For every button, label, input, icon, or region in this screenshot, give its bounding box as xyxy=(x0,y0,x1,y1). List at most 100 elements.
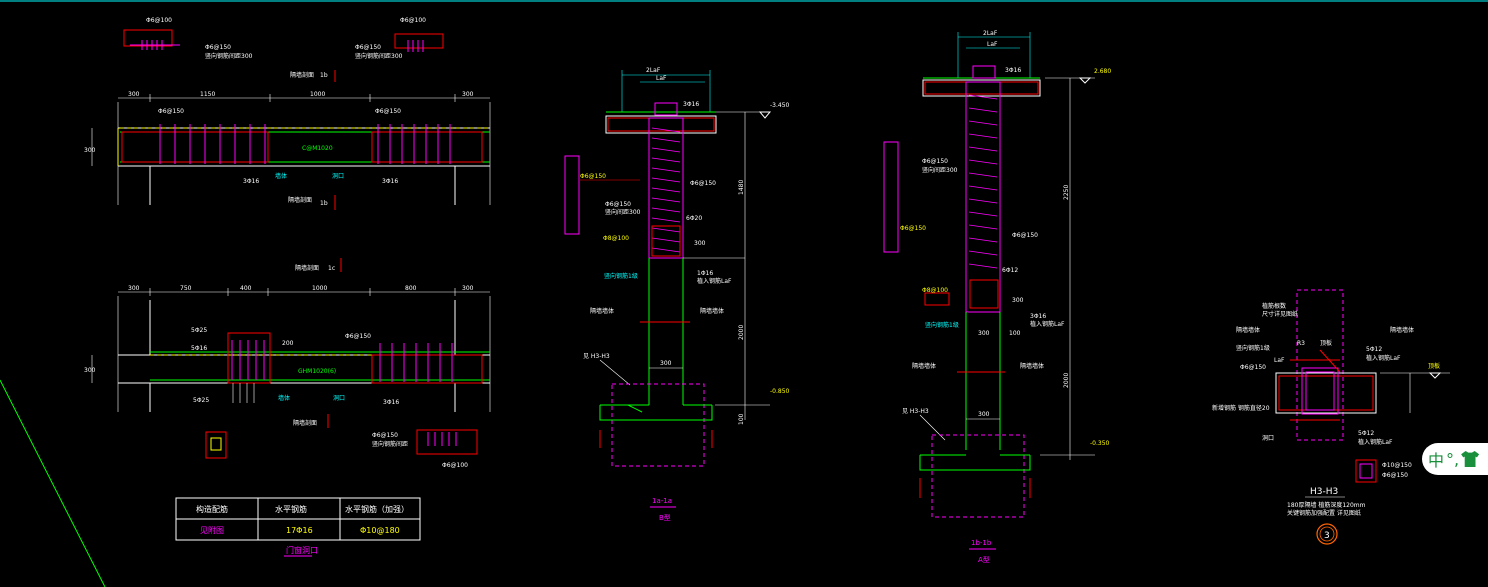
sec1a-ref-c: 植入钢筋LaF xyxy=(697,277,732,285)
sec1b-bar2-label: Φ8@100 xyxy=(922,287,948,294)
plan-top: Φ6@100 Φ6@100 Φ6@150 竖向钢筋间距300 Φ6@150 竖向… xyxy=(84,17,491,210)
plan-bottom-rebar-sample xyxy=(416,429,478,455)
plan-top-rebar-top: Φ6@100 xyxy=(146,17,172,24)
plan-top-bar-left: 3Φ16 xyxy=(243,178,259,185)
h3-label-dim: 顶板 xyxy=(1428,362,1440,370)
plan-top-dim-3: 300 xyxy=(462,91,474,98)
sec1a-detail-leader xyxy=(599,359,631,386)
h3-label-right: 隔墙墙体 xyxy=(1390,326,1414,334)
sec1b-bar-sample xyxy=(883,141,899,253)
h3-laf: LaF xyxy=(1274,357,1285,364)
plan-top-dim-height: 300 xyxy=(84,147,96,154)
h3-label-left: 隔墙墙体 xyxy=(1236,326,1260,334)
h3-beam xyxy=(1275,372,1377,414)
plan-bottom-bars-5b: 5Φ16 xyxy=(191,345,207,352)
plan-bottom-rebar-sample-bars xyxy=(427,432,457,446)
sec1b-dim6: 6Φ12 xyxy=(1002,267,1018,274)
sec1a-bar1-label: Φ6@150 xyxy=(580,173,606,180)
plan-bottom-dim-3: 1000 xyxy=(312,285,327,292)
plan-top-center-label: C@M1020 xyxy=(302,145,333,152)
sec1a-top-cap xyxy=(654,102,678,116)
sec1b-elev-top-marker xyxy=(1078,77,1092,84)
plan-top-stirrup-right: Φ6@150 xyxy=(375,108,401,115)
h3-column xyxy=(1301,367,1339,415)
plan-bottom-small-detail xyxy=(205,431,227,459)
sec1b-label-right: 隔墙墙体 xyxy=(1020,362,1044,370)
plan-top-marker: 1b xyxy=(320,72,328,79)
sec1b-slab-rebar xyxy=(924,81,1039,95)
h3-legend-box xyxy=(1355,459,1377,483)
plan-top-dim-1: 1150 xyxy=(200,91,215,98)
h3-hook xyxy=(1319,349,1341,373)
h3-elev-marker xyxy=(1428,372,1442,379)
plan-bottom: 隔墙剖面 1c 300 750 400 1000 800 300 5Φ25 5Φ… xyxy=(84,258,491,469)
sec1a-elev-top: -3.450 xyxy=(770,102,790,109)
rebar-table: 构造配筋 水平钢筋 水平钢筋（加强） 见附图 17Φ16 Φ10@180 门窗洞… xyxy=(175,497,421,557)
plan-bottom-rebar-note: Φ6@150 xyxy=(372,432,398,439)
table-header-2: 水平钢筋（加强） xyxy=(345,504,409,514)
cad-drawing-canvas[interactable]: Φ6@100 Φ6@100 Φ6@150 竖向钢筋间距 300 Φ6@150 竖向… xyxy=(0,0,1488,587)
section-1b: 2LaF LaF 3Φ16 2.680 Φ6@150 竖向间距300 Φ6@15… xyxy=(883,30,1111,564)
sec1b-column xyxy=(965,81,1001,313)
sec1b-top-dim2: LaF xyxy=(987,41,998,48)
h3-bar-lead: Φ6@150 xyxy=(1240,364,1266,371)
plan-top-column-left xyxy=(121,131,269,163)
sec1a-elev-bottom: -0.850 xyxy=(770,388,790,395)
h3-legend-b: Φ6@150 xyxy=(1382,472,1408,479)
h3-note-left: 新增钢筋 钢筋直径20 xyxy=(1212,404,1270,412)
sec1a-label-right: 隔墙墙体 xyxy=(700,307,724,315)
plan-bottom-rebar-note2: 竖向钢筋间距 xyxy=(372,440,408,448)
rebar-sample-right-bars xyxy=(407,40,424,52)
plan-top-column-right xyxy=(371,131,483,163)
plan-bottom-label-a: 墙体 xyxy=(278,394,290,402)
detail-h3: 植筋根数 尺寸详见图纸 隔墙墙体 隔墙墙体 竖向钢筋1级 Φ6@150 LaF … xyxy=(1212,289,1450,545)
h3-circle-num: 3 xyxy=(1324,531,1330,541)
plan-bottom-dim-4: 800 xyxy=(405,285,417,292)
plan-top-stirrup-note-left: Φ6@150 xyxy=(205,44,231,51)
ime-toolbar[interactable]: 中 °, xyxy=(1422,443,1488,475)
sec1b-ref-b: 植入钢筋LaF xyxy=(1030,320,1065,328)
plan-bottom-bar-right: 3Φ16 xyxy=(383,399,399,406)
plan-bottom-rebar-bottom: Φ6@100 xyxy=(442,462,468,469)
plan-top-bar-right: 3Φ16 xyxy=(382,178,398,185)
sec1b-footing-dashed xyxy=(931,434,1025,518)
plan-bottom-bar-leaders xyxy=(232,383,255,403)
sec1b-dim100: 100 xyxy=(1009,330,1021,337)
table-caption: 门窗洞口 xyxy=(286,545,318,555)
h3-ring: 竖向钢筋1级 xyxy=(1236,344,1270,352)
sec1a-dim6: 6Φ20 xyxy=(686,215,702,222)
sec1b-subtitle: A型 xyxy=(978,555,990,564)
sec1b-top-cap xyxy=(972,65,996,79)
sec1b-dim2250: 2250 xyxy=(1063,185,1070,200)
sec1b-stirrup-right: Φ6@150 xyxy=(1012,232,1038,239)
plan-top-label-opening: 洞口 xyxy=(332,172,344,180)
plan-bottom-bars-5a: 5Φ25 xyxy=(191,327,207,334)
sec1a-spacing: 竖向间距300 xyxy=(605,208,641,216)
h3-top: 顶板 xyxy=(1320,339,1332,347)
h3-legend-a: Φ10@150 xyxy=(1382,462,1412,469)
plan-bottom-small-inner xyxy=(210,437,222,451)
sec1b-label-bar: 3Φ16 xyxy=(1005,67,1021,74)
plan-top-marker-bottom: 1b xyxy=(320,200,328,207)
plan-top-stirrup-note: Φ6@150 xyxy=(355,44,381,51)
sec1a-top-dim2: LaF xyxy=(656,75,667,82)
sec1b-footing xyxy=(919,454,1031,471)
plan-bottom-section-tag-bottom: 隔墙剖面 xyxy=(293,419,317,427)
ime-language-label[interactable]: 中 xyxy=(1428,447,1444,471)
sec1a-dim1480: 1480 xyxy=(738,180,745,195)
sec1b-top-dim: 2LaF xyxy=(983,30,998,37)
sec1b-detail-ref: 见 H3-H3 xyxy=(902,408,929,415)
sec1a-footing-dashed xyxy=(611,383,705,467)
h3-beam-rebar xyxy=(1278,375,1374,411)
h3-bars-top2: 植入钢筋LaF xyxy=(1366,354,1401,362)
plan-top-dim-2: 1000 xyxy=(310,91,325,98)
ime-skin-icon[interactable] xyxy=(1461,451,1480,467)
sec1a-ref-a: 竖向钢筋1级 xyxy=(604,272,638,280)
h3-label-bottom: 洞口 xyxy=(1262,434,1274,442)
h3-bars-bottom: 5Φ12 xyxy=(1358,430,1374,437)
table-cell-2: Φ10@180 xyxy=(360,526,400,535)
sec1a-label-left: 隔墙墙体 xyxy=(590,307,614,315)
sec1a-bar-sample xyxy=(564,155,580,235)
ime-punct-toggle[interactable]: °, xyxy=(1446,450,1459,469)
sec1a-dim2000: 2000 xyxy=(738,325,745,340)
